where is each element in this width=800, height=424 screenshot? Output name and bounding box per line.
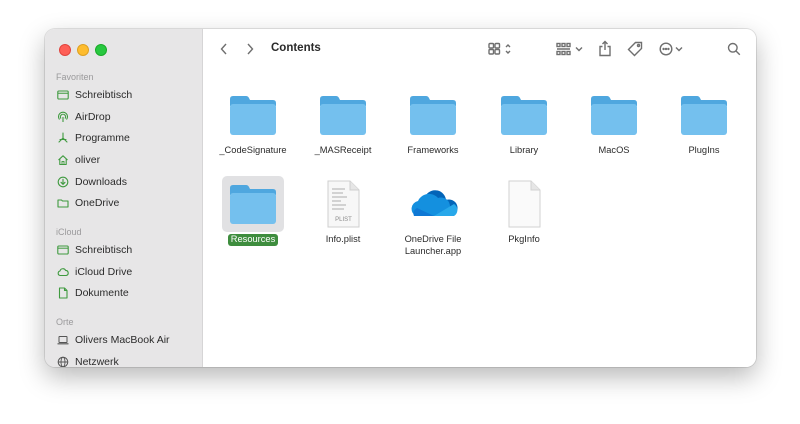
svg-text:PLIST: PLIST (335, 217, 352, 223)
file-label: Resources (227, 234, 279, 246)
back-button[interactable] (219, 42, 229, 56)
tag-icon (627, 41, 643, 57)
desktop-icon (57, 244, 69, 256)
folder-icon (222, 87, 284, 143)
window-title: Contents (271, 42, 321, 54)
sidebar-section-icloud: iCloud Schreibtisch iCloud Drive Dokumen… (45, 225, 203, 304)
sidebar-item-downloads[interactable]: Downloads (45, 171, 203, 193)
folder-icon (57, 197, 69, 209)
folder-icon (222, 176, 284, 232)
sidebar-item-macbook[interactable]: Olivers MacBook Air (45, 329, 203, 351)
search-icon (727, 42, 741, 56)
group-icon (556, 42, 583, 56)
sidebar-item-label: OneDrive (75, 197, 120, 210)
file-label: _MASReceipt (314, 145, 372, 155)
share-button[interactable] (598, 40, 612, 57)
content-area: Contents _CodeSignature _MASReceipt Fram… (203, 29, 756, 367)
sidebar-section-locations: Orte Olivers MacBook Air Netzwerk (45, 315, 203, 367)
sidebar-item-label: oliver (75, 153, 101, 166)
file-label: Frameworks (407, 145, 459, 155)
forward-button[interactable] (245, 42, 255, 56)
share-icon (599, 40, 611, 57)
sidebar-item-label: AirDrop (75, 110, 111, 123)
sidebar-item-label: Programme (75, 132, 130, 145)
file-label: _CodeSignature (219, 145, 287, 155)
sidebar: Favoriten Schreibtisch AirDrop Programme (45, 29, 203, 367)
file-label: PkgInfo (508, 234, 540, 244)
file-label: PlugIns (688, 145, 720, 155)
sidebar-heading: Orte (56, 317, 74, 327)
window-controls (59, 44, 107, 56)
file-label: Info.plist (325, 234, 361, 244)
sidebar-section-favorites: Favoriten Schreibtisch AirDrop Programme (45, 70, 203, 214)
finder-window: Favoriten Schreibtisch AirDrop Programme (45, 29, 756, 367)
file-item[interactable]: OneDrive File Launcher.app (392, 176, 474, 257)
sidebar-item-icloud-drive[interactable]: iCloud Drive (45, 261, 203, 283)
cloud-icon (57, 266, 69, 278)
sidebar-item-label: Schreibtisch (75, 88, 133, 101)
desktop-icon (57, 89, 69, 101)
tag-button[interactable] (627, 41, 643, 57)
search-button[interactable] (727, 42, 741, 56)
sidebar-item-icloud-desktop[interactable]: Schreibtisch (45, 239, 203, 261)
chevron-left-icon (220, 43, 227, 55)
sidebar-item-label: Netzwerk (75, 355, 119, 367)
sidebar-item-applications[interactable]: Programme (45, 127, 203, 149)
sidebar-heading: Favoriten (56, 72, 94, 82)
group-button[interactable] (556, 42, 586, 56)
file-item[interactable]: Frameworks (392, 87, 474, 157)
sidebar-item-label: iCloud Drive (75, 265, 133, 278)
file-item[interactable]: _MASReceipt (302, 87, 384, 157)
sidebar-heading: iCloud (56, 227, 82, 237)
file-label: Library (509, 145, 539, 155)
file-item[interactable]: MacOS (573, 87, 655, 157)
sidebar-item-label: Olivers MacBook Air (75, 333, 170, 346)
downloads-icon (57, 176, 69, 188)
sidebar-item-desktop[interactable]: Schreibtisch (45, 84, 203, 106)
file-item[interactable]: _CodeSignature (212, 87, 294, 157)
toolbar: Contents (203, 29, 756, 69)
minimize-button[interactable] (77, 44, 89, 56)
plist-file-icon: PLIST (312, 176, 374, 232)
file-label: MacOS (598, 145, 630, 155)
folder-icon (312, 87, 374, 143)
document-icon (493, 176, 555, 232)
sidebar-item-home[interactable]: oliver (45, 149, 203, 171)
file-item-selected[interactable]: Resources (212, 176, 294, 246)
file-item[interactable]: PkgInfo (483, 176, 565, 246)
home-icon (57, 154, 69, 166)
sidebar-item-label: Schreibtisch (75, 243, 133, 256)
file-item[interactable]: Library (483, 87, 565, 157)
sidebar-item-airdrop[interactable]: AirDrop (45, 106, 203, 128)
folder-icon (493, 87, 555, 143)
document-icon (57, 287, 69, 299)
ellipsis-circle-icon (659, 42, 683, 56)
sidebar-item-label: Downloads (75, 175, 127, 188)
icon-view-icon (488, 42, 511, 55)
chevron-right-icon (247, 43, 254, 55)
airdrop-icon (57, 111, 69, 123)
folder-icon (583, 87, 645, 143)
view-mode-button[interactable] (488, 42, 516, 56)
applications-icon (57, 132, 69, 144)
sidebar-item-label: Dokumente (75, 287, 129, 300)
zoom-button[interactable] (95, 44, 107, 56)
file-label: OneDrive File Launcher.app (404, 234, 462, 256)
sidebar-item-documents[interactable]: Dokumente (45, 282, 203, 304)
sidebar-item-onedrive[interactable]: OneDrive (45, 192, 203, 214)
laptop-icon (57, 334, 69, 346)
network-icon (57, 356, 69, 367)
folder-icon (673, 87, 735, 143)
onedrive-cloud-icon (402, 176, 464, 232)
sidebar-item-network[interactable]: Netzwerk (45, 351, 203, 367)
close-button[interactable] (59, 44, 71, 56)
more-actions-button[interactable] (659, 42, 687, 56)
file-item[interactable]: PlugIns (663, 87, 745, 157)
file-item[interactable]: PLIST Info.plist (302, 176, 384, 246)
folder-icon (402, 87, 464, 143)
